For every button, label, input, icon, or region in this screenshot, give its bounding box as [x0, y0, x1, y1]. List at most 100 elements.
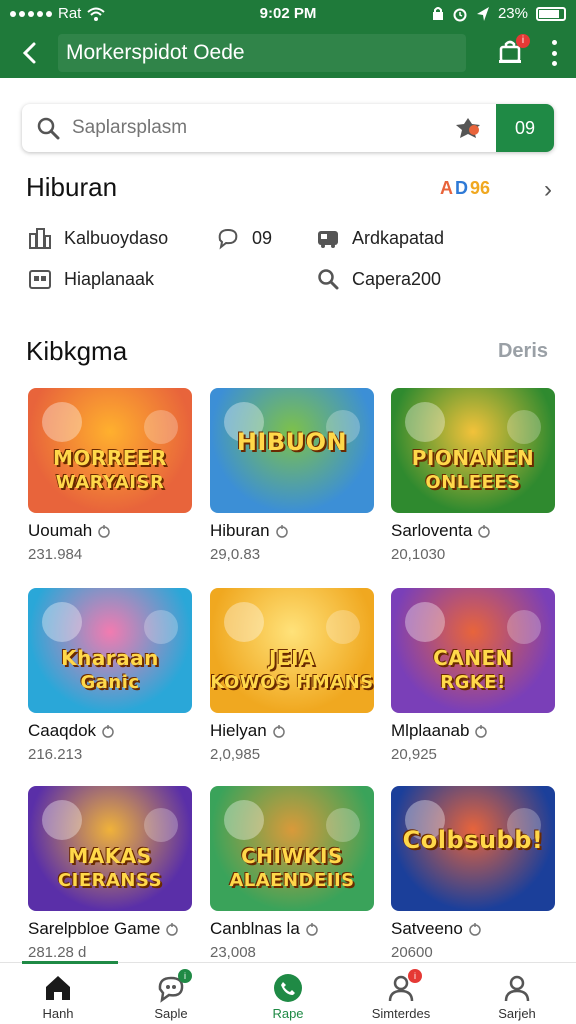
character-art	[405, 602, 445, 642]
nav-badge: i	[178, 969, 192, 983]
download-badge-icon	[102, 725, 114, 738]
game-art-title: MORREER	[53, 446, 167, 470]
category-item[interactable]: Capera200	[316, 267, 441, 291]
download-badge-icon	[478, 525, 491, 538]
game-thumbnail[interactable]: CANEN RGKE!	[391, 588, 555, 713]
game-thumbnail[interactable]: HIBUON	[210, 388, 374, 513]
character-art	[42, 602, 82, 642]
game-meta: 20600	[391, 944, 433, 961]
nav-item-profile[interactable]: Sarjeh	[462, 969, 572, 1021]
badge-number: 96	[470, 178, 491, 198]
download-badge-icon	[469, 923, 481, 936]
game-art-title: WARYAISR	[55, 472, 165, 493]
more-options-icon[interactable]	[550, 40, 558, 66]
game-art-title: CIERANSS	[57, 870, 163, 891]
download-badge-icon	[475, 725, 488, 738]
game-thumbnail[interactable]: Kharaan Ganic	[28, 588, 192, 713]
character-art	[144, 610, 178, 644]
game-name-row: Satveeno	[391, 919, 555, 939]
category-label: Capera200	[352, 268, 442, 289]
game-card[interactable]: MAKAS CIERANSS Sarelpbloe Game 281.28 d	[28, 786, 192, 961]
nav-item-chat[interactable]: i Saple	[116, 969, 226, 1021]
category-item[interactable]: 09	[216, 226, 272, 250]
game-name-row: Uoumah	[28, 521, 192, 541]
game-thumbnail[interactable]: Colbsubb!	[391, 786, 555, 911]
category-item[interactable]: Ardkapatad	[316, 226, 444, 250]
game-meta: 23,008	[210, 944, 256, 961]
category-item[interactable]: Kalbuoydaso	[28, 226, 168, 250]
game-art-title: Ganic	[80, 672, 140, 693]
game-card[interactable]: CANEN RGKE! Mlplaanab 20,925	[391, 588, 555, 763]
game-art-title: ONLEEES	[425, 472, 521, 493]
see-all-link[interactable]: Deris	[498, 340, 548, 363]
game-meta: 29,0.83	[210, 546, 261, 563]
game-art-title: Colbsubb!	[402, 826, 544, 854]
game-thumbnail[interactable]: CHIWKIS ALAENDEIIS	[210, 786, 374, 911]
character-art	[405, 402, 445, 442]
character-art	[326, 610, 360, 644]
home-icon	[46, 976, 70, 1000]
battery-percent: 23%	[497, 5, 528, 22]
game-name-row: Sarloventa	[391, 521, 555, 541]
top-bar: Rat 9:02 PM 23% Morkerspidot Oede i	[0, 0, 576, 78]
game-name-row: Canblnas la	[210, 919, 374, 939]
nav-item-alerts[interactable]: i Simterdes	[346, 969, 456, 1021]
game-meta: 20,925	[391, 746, 437, 763]
game-thumbnail[interactable]: JEIA KOWOS HMANS	[210, 588, 374, 713]
chevron-right-icon[interactable]: ›	[544, 176, 552, 204]
game-art-title: CHIWKIS	[241, 844, 343, 868]
character-art	[507, 610, 541, 644]
notification-badge: i	[516, 34, 530, 48]
lock-icon	[432, 7, 443, 20]
nav-label: Simterdes	[371, 1006, 431, 1021]
game-card[interactable]: HIBUON Hiburan 29,0.83	[210, 388, 374, 563]
notification-button[interactable]: i	[496, 34, 530, 66]
battery-icon	[536, 6, 566, 21]
bottom-navigation: Hanh i Saple Rape i Simterdes Sarjeh	[0, 961, 576, 1024]
game-thumbnail[interactable]: MAKAS CIERANSS	[28, 786, 192, 911]
character-art	[144, 808, 178, 842]
game-card[interactable]: JEIA KOWOS HMANS Hielyan 2,0,985	[210, 588, 374, 763]
character-art	[144, 410, 178, 444]
nav-item-phone[interactable]: Rape	[233, 969, 343, 1021]
game-thumbnail[interactable]: MORREER WARYAISR	[28, 388, 192, 513]
nav-item-home[interactable]: Hanh	[3, 969, 113, 1021]
building-icon	[29, 228, 51, 249]
nav-label: Sarjeh	[498, 1006, 536, 1021]
nav-label: Saple	[154, 1006, 188, 1021]
game-art-title: CANEN	[433, 646, 513, 670]
category-item[interactable]: Hiaplanaak	[28, 267, 154, 291]
game-name-row: Mlplaanab	[391, 721, 555, 741]
location-icon	[476, 6, 489, 21]
game-art-title: HIBUON	[236, 428, 348, 456]
active-tab-indicator	[22, 961, 118, 964]
game-name-row: Hielyan	[210, 721, 374, 741]
game-card[interactable]: Colbsubb! Satveeno 20600	[391, 786, 555, 961]
game-name: Sarloventa	[391, 521, 473, 540]
game-card[interactable]: Kharaan Ganic Caaqdok 216.213	[28, 588, 192, 763]
visual-search-icon[interactable]	[454, 116, 482, 140]
game-meta: 20,1030	[391, 546, 446, 563]
search-input[interactable]	[72, 104, 462, 152]
game-name: Hielyan	[210, 721, 267, 740]
section-badges[interactable]: A D 96	[440, 178, 490, 199]
download-badge-icon	[306, 923, 318, 936]
search-submit-button[interactable]: 09	[496, 104, 554, 152]
section-title-kibkgma: Kibkgma	[26, 336, 128, 366]
nav-label: Rape	[272, 1006, 304, 1021]
game-card[interactable]: MORREER WARYAISR Uoumah 231.984	[28, 388, 192, 563]
calendar-icon	[29, 270, 51, 289]
game-card[interactable]: PIONANEN ONLEEES Sarloventa 20,1030	[391, 388, 555, 563]
search-icon	[318, 269, 339, 290]
game-card[interactable]: CHIWKIS ALAENDEIIS Canblnas la 23,008	[210, 786, 374, 961]
game-meta: 281.28 d	[28, 944, 87, 961]
game-name-row: Caaqdok	[28, 721, 192, 741]
search-icon	[37, 117, 60, 140]
game-art-title: RGKE!	[440, 672, 506, 693]
game-meta: 216.213	[28, 746, 83, 763]
game-thumbnail[interactable]: PIONANEN ONLEEES	[391, 388, 555, 513]
back-button[interactable]	[14, 36, 48, 70]
search-bar: 09	[22, 104, 554, 152]
alarm-icon	[453, 8, 467, 21]
game-name-row: Hiburan	[210, 521, 374, 541]
